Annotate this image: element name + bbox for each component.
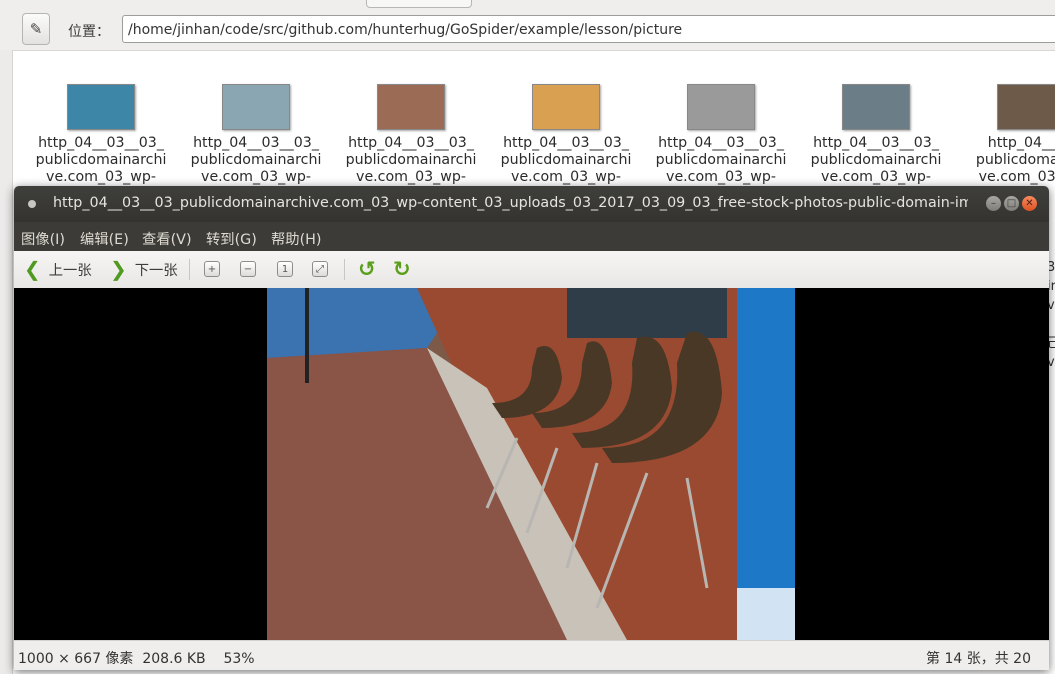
file-thumbnail[interactable]: http_04__03__03_ publicdomainarchi ve.co… <box>341 55 481 203</box>
toolbar: ❮ 上一张 ❯ 下一张 + − 1 ⤢ ↺ ↻ <box>14 251 1049 289</box>
status-image-info: 1000 × 667 像素 208.6 KB 53% <box>18 648 255 668</box>
zoom-in-icon: + <box>207 264 217 275</box>
close-button[interactable]: ✕ <box>1022 196 1037 211</box>
file-thumbnail[interactable]: http_04__03 publicdomainar ve.com_03_wp <box>961 55 1055 186</box>
status-dimensions: 1000 × 667 像素 <box>18 651 134 667</box>
statusbar: 1000 × 667 像素 208.6 KB 53% 第 14 张，共 20 <box>14 640 1049 670</box>
status-position: 第 14 张，共 20 <box>926 651 1031 667</box>
rotate-right-icon: ↻ <box>393 257 411 281</box>
window-title: http_04__03__03_publicdomainarchive.com_… <box>53 195 968 211</box>
thumbnail-image <box>842 84 910 130</box>
file-thumbnail[interactable]: http_04__03__03_ publicdomainarchi ve.co… <box>651 55 791 203</box>
normal-size-icon: 1 <box>281 264 289 275</box>
menu-edit[interactable]: 编辑(E) <box>80 228 129 249</box>
menu-view[interactable]: 查看(V) <box>142 228 192 249</box>
next-button[interactable]: ❯ 下一张 <box>110 258 178 280</box>
menu-image[interactable]: 图像(I) <box>21 228 65 249</box>
status-zoom: 53% <box>223 651 255 667</box>
best-fit-icon: ⤢ <box>316 264 324 275</box>
rotate-left-icon: ↺ <box>358 257 376 281</box>
rotate-left-button[interactable]: ↺ <box>358 258 376 280</box>
maximize-icon: □ <box>1006 198 1017 209</box>
window-menu-dot[interactable] <box>28 200 36 208</box>
file-thumbnail[interactable]: http_04__03__03_ publicdomainarchi ve.co… <box>186 55 326 203</box>
minimize-button[interactable]: – <box>986 196 1001 211</box>
normal-size-button[interactable]: 1 <box>277 261 293 277</box>
file-manager-header: ✎ 位置： /home/jinhan/code/src/github.com/h… <box>0 0 1055 51</box>
image-viewer-window: http_04__03__03_publicdomainarchive.com_… <box>14 186 1049 670</box>
displayed-photo <box>267 288 795 640</box>
file-thumbnail[interactable]: http_04__03__03_ publicdomainarchi ve.co… <box>806 55 946 203</box>
thumbnail-image <box>997 84 1055 130</box>
rotate-right-button[interactable]: ↻ <box>393 258 411 280</box>
thumbnail-image <box>532 84 600 130</box>
thumbnail-image <box>377 84 445 130</box>
next-label: 下一张 <box>134 262 178 279</box>
thumbnail-image <box>222 84 290 130</box>
zoom-out-button[interactable]: − <box>240 261 256 277</box>
chevron-left-icon: ❮ <box>24 257 41 281</box>
file-thumbnail[interactable]: http_04__03__03_ publicdomainarchi ve.co… <box>31 55 171 203</box>
thumbnail-image <box>687 84 755 130</box>
edit-location-button[interactable]: ✎ <box>22 13 50 45</box>
thumbnail-label: http_04__03 publicdomainar ve.com_03_wp <box>975 135 1055 185</box>
chevron-right-icon: ❯ <box>110 257 127 281</box>
zoom-out-icon: − <box>243 264 253 275</box>
previous-label: 上一张 <box>48 262 92 279</box>
tab-stub[interactable] <box>366 0 472 8</box>
sidebar <box>0 50 13 674</box>
location-input[interactable]: /home/jinhan/code/src/github.com/hunterh… <box>122 15 1055 43</box>
zoom-in-button[interactable]: + <box>204 261 220 277</box>
menu-help[interactable]: 帮助(H) <box>271 228 322 249</box>
location-label: 位置： <box>68 24 110 40</box>
thumbnail-image <box>67 84 135 130</box>
menubar: 图像(I) 编辑(E) 查看(V) 转到(G) 帮助(H) <box>14 222 1049 251</box>
toolbar-separator <box>189 259 190 280</box>
toolbar-separator <box>344 259 345 280</box>
minimize-icon: – <box>991 198 996 209</box>
maximize-button[interactable]: □ <box>1004 196 1019 211</box>
menu-go[interactable]: 转到(G) <box>206 228 257 249</box>
titlebar[interactable]: http_04__03__03_publicdomainarchive.com_… <box>14 186 1049 222</box>
status-filesize: 208.6 KB <box>142 651 206 667</box>
previous-button[interactable]: ❮ 上一张 <box>24 258 92 280</box>
image-canvas[interactable] <box>14 288 1049 640</box>
file-thumbnail[interactable]: http_04__03__03_ publicdomainarchi ve.co… <box>496 55 636 203</box>
close-icon: ✕ <box>1025 198 1034 209</box>
pencil-icon: ✎ <box>29 20 43 38</box>
best-fit-button[interactable]: ⤢ <box>312 261 328 277</box>
